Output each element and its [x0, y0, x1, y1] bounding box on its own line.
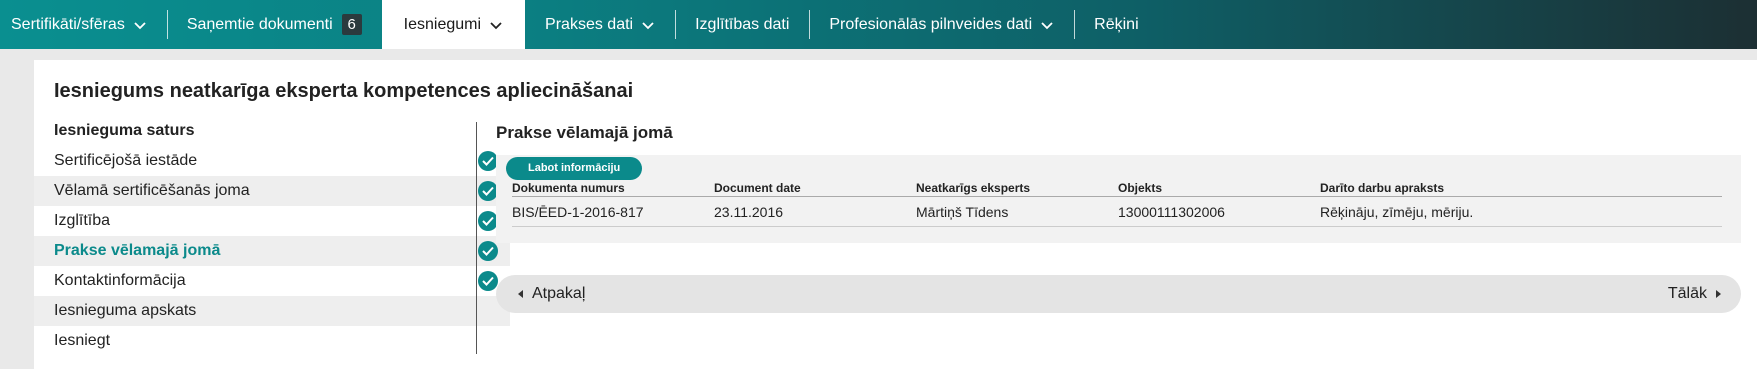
edit-info-button[interactable]: Labot informāciju [506, 157, 643, 180]
pager: Atpakaļ Tālāk [496, 275, 1741, 313]
nav-item-label: Profesionālās pilnveides dati [829, 15, 1033, 33]
sidebar-item-label: Prakse vēlamajā jomā [54, 242, 221, 259]
nav-item-sertifikati[interactable]: Sertifikāti/sfēras [0, 0, 167, 49]
sidebar-divider [476, 122, 477, 354]
sidebar-item-label: Sertificējošā iestāde [54, 152, 198, 169]
nav-item-label: Iesniegumi [403, 15, 482, 33]
column-header: Document date [714, 179, 916, 197]
content-section: Prakse vēlamajā jomā Labot informāciju D… [496, 122, 1741, 313]
table-cell: 13000111302006 [1118, 196, 1320, 227]
column-header: Dokumenta numurs [512, 179, 714, 197]
nav-item-prakses-dati[interactable]: Prakses dati [525, 0, 675, 49]
nav-item-profesionalas-pilnveides-dati[interactable]: Profesionālās pilnveides dati [809, 0, 1074, 49]
table-cell: Rēķināju, zīmēju, mēriju. [1320, 196, 1722, 227]
check-circle-icon [478, 151, 498, 171]
next-button[interactable]: Tālāk [1668, 275, 1721, 313]
chevron-down-icon [1040, 18, 1054, 32]
nav-item-label: Sertifikāti/sfēras [11, 15, 125, 33]
table-cell: 23.11.2016 [714, 196, 916, 227]
table-header-row: Dokumenta numurs Document date Neatkarīg… [512, 179, 1722, 197]
back-button[interactable]: Atpakaļ [518, 275, 585, 313]
practice-table: Dokumenta numurs Document date Neatkarīg… [512, 179, 1722, 227]
page-title: Iesniegums neatkarīga eksperta kompetenc… [54, 80, 634, 102]
table-cell: BIS/ĒED-1-2016-817 [512, 196, 714, 227]
nav-item-label: Rēķini [1094, 15, 1139, 33]
caret-right-icon [1716, 290, 1721, 298]
nav-item-iesniegumi[interactable]: Iesniegumi [381, 0, 526, 49]
sidebar-heading: Iesnieguma saturs [54, 122, 195, 139]
column-header: Darīto darbu apraksts [1320, 179, 1722, 197]
sidebar-item-velama-sertificesanas-joma[interactable]: Vēlamā sertificēšanās joma [34, 176, 510, 206]
nav-item-rekini[interactable]: Rēķini [1074, 0, 1158, 49]
back-label: Atpakaļ [532, 285, 586, 302]
nav-item-label: Saņemtie dokumenti [186, 15, 333, 33]
next-label: Tālāk [1667, 285, 1707, 302]
sidebar-item-prakse-velamaja-joma[interactable]: Prakse vēlamajā jomā [34, 236, 510, 266]
nav-item-izglitibas-dati[interactable]: Izglītības dati [675, 0, 809, 49]
sidebar-item-label: Izglītība [54, 212, 111, 229]
sidebar-item-iesniegt[interactable]: Iesniegt [54, 326, 510, 356]
sidebar-item-label: Iesnieguma apskats [54, 302, 197, 319]
sidebar-item-label: Kontaktinformācija [54, 272, 186, 289]
chevron-down-icon [489, 18, 503, 32]
sidebar-item-sertificejosa-iestade[interactable]: Sertificējošā iestāde [54, 146, 510, 176]
sidebar-item-label: Iesniegt [54, 332, 111, 349]
nav-item-sanemtie-dokumenti[interactable]: Saņemtie dokumenti 6 [166, 0, 382, 49]
check-circle-icon [478, 271, 498, 291]
nav-item-label: Prakses dati [545, 15, 634, 33]
check-circle-icon [478, 241, 498, 261]
count-badge: 6 [341, 14, 362, 35]
sidebar: Iesnieguma saturs Sertificējošā iestāde … [34, 120, 510, 356]
sidebar-item-label: Vēlamā sertificēšanās joma [54, 182, 250, 199]
sidebar-item-kontaktinformacija[interactable]: Kontaktinformācija [54, 266, 510, 296]
column-header: Neatkarīgs eksperts [916, 179, 1118, 197]
sidebar-item-iesnieguma-apskats[interactable]: Iesnieguma apskats [34, 296, 510, 326]
check-circle-icon [478, 181, 498, 201]
section-title: Prakse vēlamajā jomā [496, 123, 673, 142]
chevron-down-icon [133, 18, 147, 32]
check-circle-icon [478, 211, 498, 231]
column-header: Objekts [1118, 179, 1320, 197]
sidebar-item-izglitiba[interactable]: Izglītība [54, 206, 510, 236]
top-navigation: Sertifikāti/sfēras Saņemtie dokumenti 6 … [0, 0, 1757, 49]
practice-panel: Labot informāciju Dokumenta numurs Docum… [496, 155, 1741, 243]
nav-item-label: Izglītības dati [695, 15, 790, 33]
chevron-down-icon [641, 18, 655, 32]
caret-left-icon [518, 290, 523, 298]
table-row: BIS/ĒED-1-2016-817 23.11.2016 Mārtiņš Tī… [512, 196, 1722, 227]
table-cell: Mārtiņš Tīdens [916, 196, 1118, 227]
main-card: Iesniegums neatkarīga eksperta kompetenc… [34, 60, 1757, 369]
